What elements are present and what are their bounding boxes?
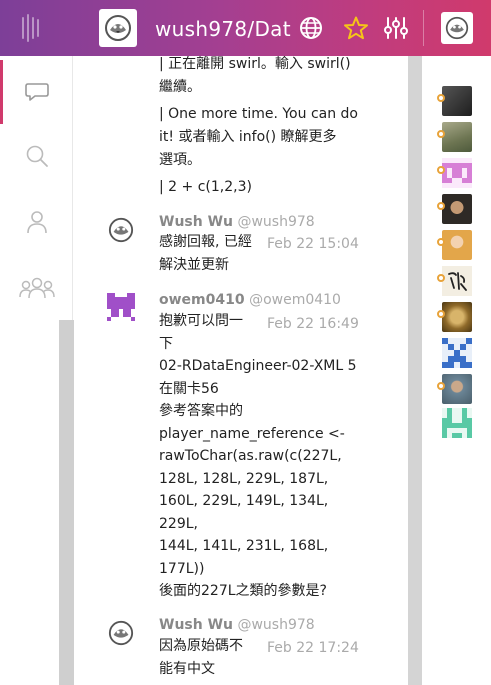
chat-timeline[interactable]: | 正在離開 swirl。輸入 swirl() 繼續。 | One more t…: [74, 56, 408, 685]
roster-member-8[interactable]: [442, 338, 472, 368]
sender-display-name[interactable]: Wush Wu: [159, 214, 233, 230]
roster-member-9[interactable]: [437, 374, 472, 404]
nav-item-communities[interactable]: [0, 256, 73, 320]
message-sender[interactable]: Wush Wu @wush978: [159, 213, 315, 231]
message-avatar[interactable]: [107, 293, 135, 321]
message-line: 抱歉可以問一: [159, 313, 243, 329]
presence-indicator: [437, 238, 445, 246]
message-text-continuation: | 2 + c(1,2,3): [159, 176, 252, 199]
roster-member-3[interactable]: [437, 158, 472, 188]
message-text-continuation: | One more time. You can do it! 或者輸入 inf…: [159, 103, 358, 172]
left-sidebar: [0, 56, 73, 320]
globe-icon[interactable]: [298, 15, 324, 41]
identicon-blue-avatar: [442, 338, 472, 368]
message-body: 感謝回報, 已經 解決並更新: [159, 231, 379, 276]
sender-display-name[interactable]: Wush Wu: [159, 617, 233, 633]
presence-indicator: [437, 166, 445, 174]
message-line: 繼續。: [159, 79, 201, 95]
message-line: 128L, 128L, 229L, 187L,: [159, 470, 329, 487]
sender-display-name[interactable]: owem0410: [159, 292, 245, 308]
roster-member-10[interactable]: [442, 408, 472, 438]
message-sender[interactable]: Wush Wu @wush978: [159, 616, 315, 634]
person-icon: [26, 211, 47, 234]
sender-username[interactable]: @wush978: [237, 214, 314, 230]
member-roster: [422, 56, 491, 685]
header-divider: [423, 10, 424, 46]
message-line: 選項。: [159, 152, 201, 168]
identicon-green-avatar: [442, 408, 472, 438]
presence-indicator: [437, 382, 445, 390]
message-line: 因為原始碼不: [159, 638, 243, 654]
photo-avatar-4: [442, 230, 472, 260]
message-body: 抱歉可以問一 下 02-RDataEngineer-02-XML 5 在關卡56…: [159, 310, 379, 603]
room-header: wush978/Dat: [0, 0, 491, 56]
calligraphy-avatar: [442, 266, 472, 296]
message-text-continuation: | 正在離開 swirl。輸入 swirl() 繼續。: [159, 56, 351, 99]
message-sender[interactable]: owem0410 @owem0410: [159, 291, 341, 309]
message-line: 在關卡56: [159, 380, 219, 397]
nav-item-chats[interactable]: [0, 60, 73, 124]
message-line: 感謝回報, 已經: [159, 234, 252, 250]
nav-item-people[interactable]: [0, 190, 73, 254]
photo-avatar-2: [442, 122, 472, 152]
message-line: 02-RDataEngineer-02-XML 5: [159, 358, 357, 374]
roster-member-4[interactable]: [437, 194, 472, 224]
roster-member-2[interactable]: [437, 122, 472, 152]
roster-member-5[interactable]: [437, 230, 472, 260]
search-icon: [26, 145, 48, 167]
user-avatar[interactable]: [441, 12, 473, 44]
message-line: 229L,: [159, 515, 198, 532]
right-scroll-gutter: [408, 56, 422, 685]
message-line: 能有中文: [159, 660, 215, 677]
presence-indicator: [437, 202, 445, 210]
left-scroll-gutter: [59, 320, 74, 685]
chat-bubble-icon: [24, 83, 49, 101]
bird-icon: [108, 620, 134, 646]
presence-indicator: [437, 274, 445, 282]
message-line: player_name_reference <-: [159, 425, 345, 442]
star-icon[interactable]: [343, 15, 369, 41]
message-line: | One more time. You can do: [159, 106, 359, 122]
painting-avatar: [442, 302, 472, 332]
message-body: 因為原始碼不 能有中文: [159, 635, 379, 680]
identicon-pink-avatar: [442, 158, 472, 188]
presence-indicator: [437, 94, 445, 102]
presence-indicator: [437, 130, 445, 138]
photo-avatar-3: [442, 194, 472, 224]
room-avatar[interactable]: [99, 9, 137, 47]
message-line: 177L)): [159, 560, 205, 577]
people-icon: [18, 277, 55, 299]
roster-member-6[interactable]: [437, 266, 472, 296]
message-avatar[interactable]: [107, 216, 135, 244]
roster-member-7[interactable]: [437, 302, 472, 332]
bird-icon: [445, 16, 469, 40]
message-line: 參考答案中的: [159, 403, 243, 419]
room-title: wush978/Dat: [155, 17, 291, 41]
message-line: it! 或者輸入 info() 瞭解更多: [159, 129, 337, 145]
photo-avatar-5: [442, 374, 472, 404]
nav-item-search[interactable]: [0, 124, 73, 188]
bird-icon: [105, 15, 131, 41]
message-line: 解決並更新: [159, 256, 229, 273]
message-line: 144L, 141L, 231L, 168L,: [159, 538, 329, 554]
menu-icon[interactable]: [18, 14, 42, 42]
sender-username[interactable]: @wush978: [237, 617, 314, 633]
message-line: 160L, 229L, 149L, 134L,: [159, 493, 329, 509]
purple-identicon-avatar: [107, 293, 135, 321]
presence-indicator: [437, 310, 445, 318]
message-line: 後面的227L之類的參數是?: [159, 583, 327, 599]
roster-member-1[interactable]: [437, 86, 472, 116]
bird-icon: [108, 217, 134, 243]
message-line: 下: [159, 335, 173, 352]
settings-sliders-icon[interactable]: [383, 15, 409, 41]
message-line: rawToChar(as.raw(c(227L,: [159, 448, 342, 464]
photo-avatar-1: [442, 86, 472, 116]
message-line: | 正在離開 swirl。輸入 swirl(): [159, 56, 351, 72]
sender-username[interactable]: @owem0410: [249, 292, 341, 308]
message-line: | 2 + c(1,2,3): [159, 179, 252, 195]
message-avatar[interactable]: [107, 619, 135, 647]
